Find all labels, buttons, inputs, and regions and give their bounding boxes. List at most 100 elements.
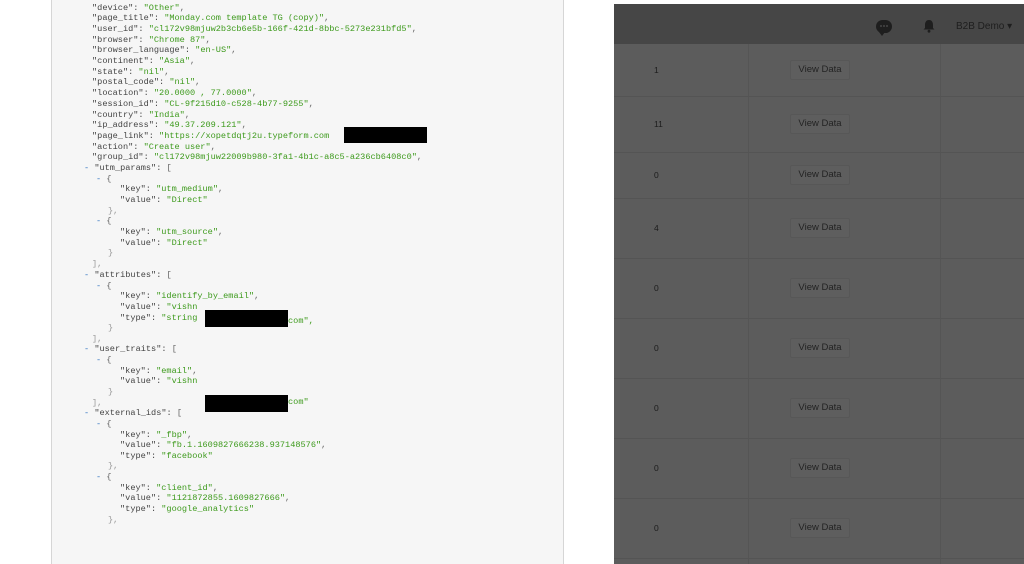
view-data-button[interactable]: View Data <box>790 60 850 80</box>
collapse-toggle[interactable]: - <box>96 355 106 365</box>
json-punct: , <box>192 366 198 376</box>
json-string-value: "utm_source" <box>156 227 218 237</box>
json-line: }, <box>108 461 118 472</box>
json-key: "value": <box>120 195 167 205</box>
json-punct: , <box>231 45 237 55</box>
json-line: "group_id": "cl172v98mjuw22009b980-3fa1-… <box>92 152 422 163</box>
collapse-toggle[interactable]: - <box>96 419 106 429</box>
view-data-button[interactable]: View Data <box>790 218 850 238</box>
json-line: "key": "client_id", <box>120 483 218 494</box>
json-string-value: "client_id" <box>156 483 213 493</box>
view-data-button[interactable]: View Data <box>790 165 850 185</box>
chat-icon[interactable] <box>876 20 892 36</box>
view-data-button[interactable]: View Data <box>790 278 850 298</box>
json-key: "state": <box>92 67 139 77</box>
json-key: "page_title": <box>92 13 165 23</box>
json-string-value: "20.0000 , 77.0000" <box>153 88 252 98</box>
json-string-value: "Monday.com template TG (copy)" <box>164 13 325 23</box>
json-line: "action": "Create user", <box>92 142 216 153</box>
json-string-value: "cl172v98mjuw2b3cb6e5b-166f-421d-8bbc-52… <box>148 24 412 34</box>
json-punct: , <box>113 206 119 216</box>
json-key: "action": <box>92 142 144 152</box>
json-line: "session_id": "CL-9f215d10-c528-4b77-925… <box>92 99 314 110</box>
json-line: "type": "string <box>120 313 197 324</box>
table-row: 0 View Data <box>614 258 1024 319</box>
json-bracket: { <box>106 419 112 429</box>
json-punct: , <box>218 184 224 194</box>
json-line: "location": "20.0000 , 77.0000", <box>92 88 257 99</box>
json-line: "key": "email", <box>120 366 197 377</box>
collapse-toggle[interactable]: - <box>84 163 94 173</box>
user-menu[interactable]: B2B Demo ▾ <box>956 21 1012 32</box>
collapse-toggle[interactable]: - <box>84 408 94 418</box>
json-key: "type": <box>120 451 162 461</box>
json-line: }, <box>108 515 118 526</box>
json-line: "key": "utm_source", <box>120 227 223 238</box>
json-line: - { <box>96 174 112 185</box>
json-line: }, <box>108 206 118 217</box>
json-bracket: [ <box>166 270 172 280</box>
json-punct: , <box>308 99 314 109</box>
json-string-value: "vishn <box>166 302 198 312</box>
table-row: 1 View Data <box>614 44 1024 97</box>
json-bracket: [ <box>166 163 172 173</box>
json-key: "attributes": <box>94 270 167 280</box>
json-line: } <box>108 248 113 259</box>
view-data-button[interactable]: View Data <box>790 518 850 538</box>
json-line: "key": "identify_by_email", <box>120 291 259 302</box>
json-line: "page_link": "https://xopetdqtj2u.typefo… <box>92 131 329 142</box>
json-punct: , <box>324 13 330 23</box>
background-app-overlay: B2B Demo ▾ 1 View Data 11 View Data 0 View Da… <box>614 0 1024 564</box>
json-string-value: "facebook" <box>161 451 213 461</box>
json-string-value: "Direct" <box>166 238 208 248</box>
json-key: "key": <box>120 227 157 237</box>
json-line: "postal_code": "nil", <box>92 77 200 88</box>
table-row: 0 View Data <box>614 378 1024 439</box>
row-count: 0 <box>654 283 659 293</box>
view-data-button[interactable]: View Data <box>790 338 850 358</box>
json-key: "external_ids": <box>94 408 177 418</box>
json-line: "value": "vishn <box>120 376 197 387</box>
json-string-value: "nil" <box>169 77 196 87</box>
json-line: - { <box>96 355 112 366</box>
json-bracket: } <box>108 248 114 258</box>
json-bracket: } <box>108 323 114 333</box>
json-line: "ip_address": "49.37.209.121", <box>92 120 247 131</box>
json-key: "group_id": <box>92 152 154 162</box>
json-line: - { <box>96 419 112 430</box>
row-count: 0 <box>654 463 659 473</box>
json-line: - "utm_params": [ <box>84 163 172 174</box>
json-string-value: "https://xopetdqtj2u.typeform.com <box>159 131 330 141</box>
json-key: "user_id": <box>92 24 149 34</box>
json-string-value: "string <box>161 313 198 323</box>
json-string-value: "_fbp" <box>156 430 188 440</box>
json-key: "country": <box>92 110 149 120</box>
json-string-value: "identify_by_email" <box>156 291 255 301</box>
json-line: "page_title": "Monday.com template TG (c… <box>92 13 329 24</box>
json-string-value: "Direct" <box>166 195 208 205</box>
collapse-toggle[interactable]: - <box>96 174 106 184</box>
json-punct: , <box>254 291 260 301</box>
json-line: "value": "Direct" <box>120 238 208 249</box>
collapse-toggle[interactable]: - <box>96 472 106 482</box>
view-data-button[interactable]: View Data <box>790 114 850 134</box>
view-data-button[interactable]: View Data <box>790 398 850 418</box>
json-string-value: "fb.1.1609827666238.937148576" <box>166 440 322 450</box>
json-punct: , <box>187 430 193 440</box>
collapse-toggle[interactable]: - <box>84 270 94 280</box>
json-line: "type": "google_analytics" <box>120 504 254 515</box>
bell-icon[interactable] <box>922 19 936 33</box>
json-string-value: "Other" <box>143 3 180 13</box>
view-data-button[interactable]: View Data <box>790 458 850 478</box>
collapse-toggle[interactable]: - <box>96 216 106 226</box>
collapse-toggle[interactable]: - <box>96 281 106 291</box>
json-line: "continent": "Asia", <box>92 56 195 67</box>
json-line: "key": "_fbp", <box>120 430 192 441</box>
json-line: - "user_traits": [ <box>84 344 177 355</box>
json-string-value: "1121872855.1609827666" <box>166 493 286 503</box>
json-key: "key": <box>120 366 157 376</box>
collapse-toggle[interactable]: - <box>84 344 94 354</box>
row-count: 11 <box>654 119 663 129</box>
json-punct: , <box>205 35 211 45</box>
json-punct: , <box>251 88 258 98</box>
